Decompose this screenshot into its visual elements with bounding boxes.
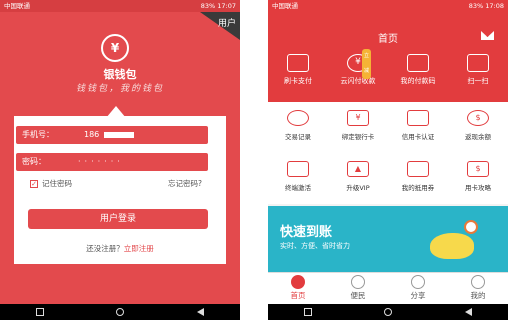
status-bar: 中国联通 83% 17:07 [0, 0, 240, 12]
yuan-receive-icon: ¥ 立减 [347, 49, 372, 79]
banner-subtitle: 实时、方便、省时省力 [280, 242, 350, 250]
credit-card-icon [407, 110, 429, 126]
grid-item-transactions[interactable]: 交易记录 [268, 102, 328, 153]
carrier-label: 中国联通 [272, 2, 298, 10]
discount-badge: 立减 [362, 49, 372, 79]
register-row: 还没注册？立即注册 [0, 243, 240, 254]
time-label: 17:08 [485, 2, 504, 10]
profile-tab-icon [471, 275, 485, 289]
share-tab-icon [411, 275, 425, 289]
coupon-icon [407, 161, 429, 177]
login-screen: 中国联通 83% 17:07 用户 ¥ 银钱包 钱钱包，我的钱包 手机号： 18… [0, 0, 240, 320]
time-label: 17:07 [217, 2, 236, 10]
app-title: 银钱包 [103, 68, 137, 81]
battery-label: 83% [200, 2, 216, 10]
register-prompt: 还没注册？ [86, 244, 124, 253]
user-corner-label[interactable]: 用户 [218, 16, 236, 29]
piggy-bank-icon [430, 233, 474, 259]
tab-share[interactable]: 分享 [388, 273, 448, 304]
bind-card-icon: ¥ [347, 110, 369, 126]
carrier-label: 中国联通 [4, 2, 30, 10]
card-guide-icon: $ [467, 161, 489, 177]
password-mask: ······· [78, 157, 124, 166]
home-tab-icon [291, 275, 305, 289]
transaction-record-icon [287, 110, 309, 126]
scan-button[interactable]: 扫一扫 [448, 54, 508, 86]
password-field[interactable]: 密码： ······· [16, 153, 208, 171]
register-link[interactable]: 立即注册 [124, 244, 154, 253]
promo-banner[interactable]: 快速到账 实时、方便、省时省力 [268, 206, 508, 272]
convenience-tab-icon [351, 275, 365, 289]
tab-convenience[interactable]: 便民 [328, 273, 388, 304]
system-nav-bar [268, 304, 508, 320]
grid-item-credit-card[interactable]: 信用卡认证 [388, 102, 448, 153]
app-slogan: 钱钱包，我的钱包 [75, 84, 164, 94]
bottom-tab-bar: 首页 便民 分享 我的 [268, 272, 508, 304]
home-icon[interactable] [116, 308, 125, 316]
page-title: 首页 [378, 34, 398, 45]
recent-apps-icon[interactable] [304, 308, 313, 316]
feature-grid: 交易记录 ¥ 绑定银行卡 信用卡认证 $ 返现余额 终端激活 ▲ 升级VIP 我… [268, 102, 508, 204]
card-payment-button[interactable]: 刷卡支付 [268, 54, 328, 86]
back-icon[interactable] [196, 308, 204, 316]
vip-upgrade-icon: ▲ [347, 161, 369, 177]
forgot-password-link[interactable]: 忘记密码? [168, 178, 202, 189]
status-bar: 中国联通 83% 17:08 [268, 0, 508, 12]
remember-label: 记住密码 [42, 179, 72, 188]
terminal-activate-icon [287, 161, 309, 177]
payment-code-button[interactable]: 我的付款码 [388, 54, 448, 86]
top-actions: 刷卡支付 ¥ 立减 云闪付收款 我的付款码 扫一扫 [268, 49, 508, 86]
login-button[interactable]: 用户登录 [28, 209, 208, 229]
scan-icon [467, 54, 489, 72]
grid-item-card-guide[interactable]: $ 用卡攻略 [448, 153, 508, 204]
payment-code-icon [407, 54, 429, 72]
grid-item-cashback[interactable]: $ 返现余额 [448, 102, 508, 153]
battery-label: 83% [468, 2, 484, 10]
back-icon[interactable] [464, 308, 472, 316]
cashback-icon: $ [467, 110, 489, 126]
phone-value: 186 [84, 130, 100, 139]
mail-icon[interactable] [481, 31, 494, 40]
home-icon[interactable] [384, 308, 393, 316]
grid-item-vip[interactable]: ▲ 升级VIP [328, 153, 388, 204]
wallet-logo-icon: ¥ [101, 34, 129, 62]
banner-title: 快速到账 [280, 225, 333, 240]
coin-icon [464, 220, 478, 234]
remember-password[interactable]: ✓ 记住密码 [30, 178, 72, 189]
remember-checkbox[interactable]: ✓ [30, 179, 38, 188]
tab-mine[interactable]: 我的 [448, 273, 508, 304]
grid-item-bind-card[interactable]: ¥ 绑定银行卡 [328, 102, 388, 153]
tab-home[interactable]: 首页 [268, 273, 328, 304]
grid-item-terminal[interactable]: 终端激活 [268, 153, 328, 204]
grid-item-coupon[interactable]: 我的抵用券 [388, 153, 448, 204]
home-header: 首页 刷卡支付 ¥ 立减 云闪付收款 我的付款码 扫一扫 [268, 12, 508, 102]
system-nav-bar [0, 304, 240, 320]
password-label: 密码： [22, 157, 46, 166]
phone-label: 手机号： [22, 130, 54, 139]
yuan-receive-button[interactable]: ¥ 立减 云闪付收款 [328, 49, 388, 86]
recent-apps-icon[interactable] [36, 308, 45, 316]
phone-redaction [104, 132, 134, 138]
home-screen: 中国联通 83% 17:08 首页 刷卡支付 ¥ 立减 云闪付收款 我的付款码 扫… [268, 0, 508, 320]
phone-field[interactable]: 手机号： 186 [16, 126, 208, 144]
card-payment-icon [287, 54, 309, 72]
